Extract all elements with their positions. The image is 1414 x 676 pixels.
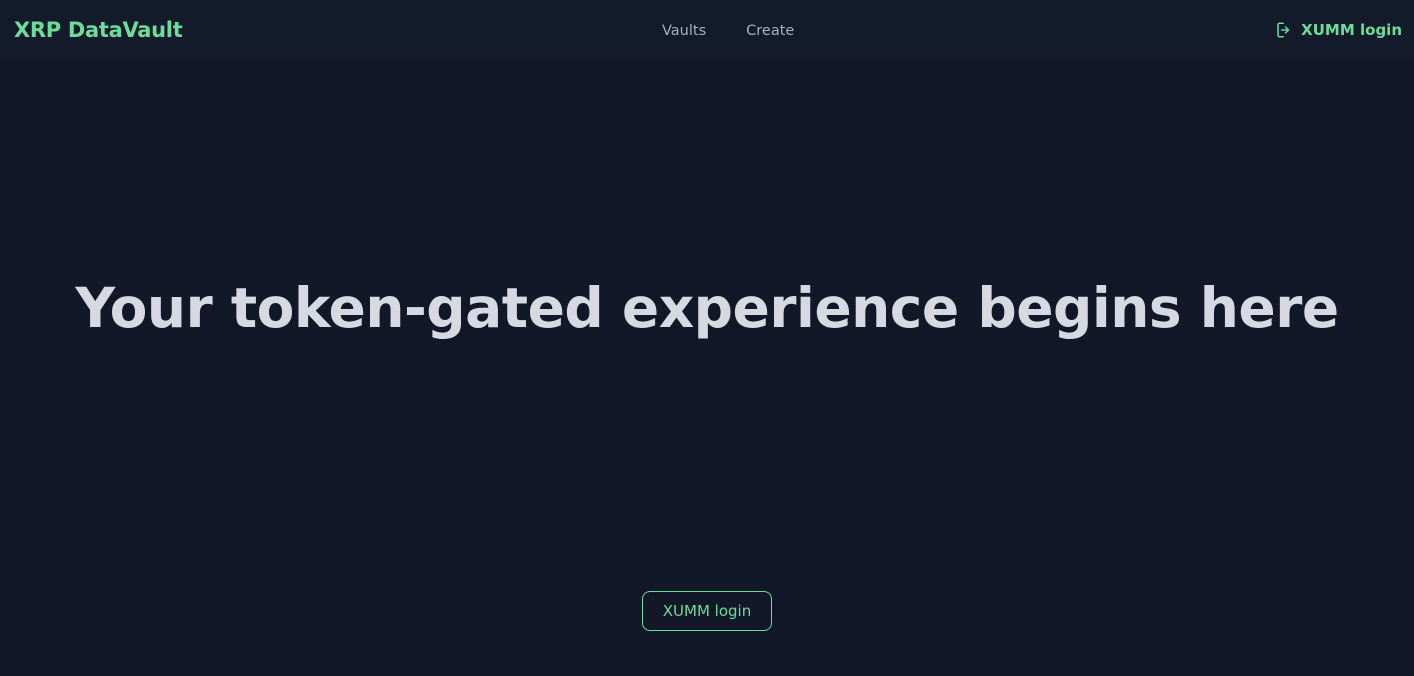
header-login-button[interactable]: XUMM login <box>1275 21 1402 39</box>
brand-logo-text[interactable]: XRP DataVault <box>14 18 183 42</box>
nav-link-vaults[interactable]: Vaults <box>662 23 706 39</box>
xumm-login-button[interactable]: XUMM login <box>642 591 772 631</box>
main-nav: Vaults Create <box>662 23 794 39</box>
login-icon <box>1275 21 1293 39</box>
top-navbar: XRP DataVault Vaults Create XUMM login <box>0 0 1414 62</box>
header-login-label: XUMM login <box>1301 21 1402 39</box>
hero-title: Your token-gated experience begins here <box>75 276 1339 340</box>
nav-link-create[interactable]: Create <box>746 23 794 39</box>
